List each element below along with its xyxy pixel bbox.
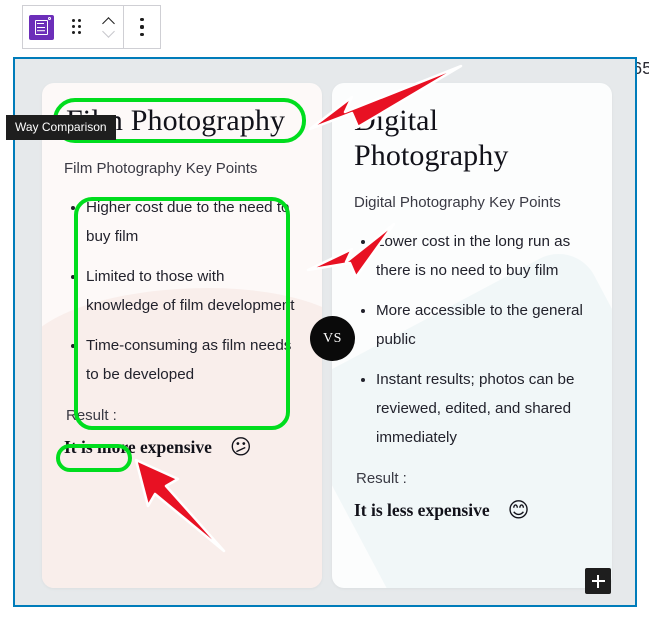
list-item[interactable]: Limited to those with knowledge of film …	[86, 262, 300, 320]
list-item[interactable]: Lower cost in the long run as there is n…	[376, 227, 590, 285]
right-card-subtitle[interactable]: Digital Photography Key Points	[354, 192, 590, 213]
right-card-bullet-list[interactable]: Lower cost in the long run as there is n…	[354, 227, 590, 452]
left-result-value[interactable]: It is more expensive 😕	[64, 437, 300, 458]
vs-badge: VS	[310, 316, 355, 361]
frowning-face-emoji: 😕	[229, 435, 252, 460]
list-item[interactable]: Instant results; photos can be reviewed,…	[376, 365, 590, 452]
block-type-button[interactable]	[23, 6, 59, 48]
left-card-subtitle[interactable]: Film Photography Key Points	[64, 158, 300, 179]
block-toolbar-right-group	[124, 6, 160, 48]
left-result-text: It is more expensive	[64, 437, 212, 458]
block-type-icon	[28, 14, 54, 40]
left-result-label[interactable]: Result :	[64, 406, 119, 425]
right-result-text: It is less expensive	[354, 499, 490, 520]
comparison-block[interactable]: Way Comparison Film Photography Film Pho…	[6, 57, 637, 607]
chevron-down-icon[interactable]	[104, 29, 115, 36]
comparison-card-right[interactable]: Digital Photography Digital Photography …	[332, 83, 612, 588]
comparison-cards: Film Photography Film Photography Key Po…	[15, 59, 635, 605]
list-item[interactable]: More accessible to the general public	[376, 296, 590, 354]
drag-handle-icon	[71, 19, 83, 35]
right-card-content: Digital Photography Digital Photography …	[332, 83, 612, 521]
list-item[interactable]: Higher cost due to the need to buy film	[86, 193, 300, 251]
comparison-card-left[interactable]: Film Photography Film Photography Key Po…	[42, 83, 322, 588]
block-toolbar[interactable]	[22, 5, 161, 49]
smiling-face-emoji: 😊	[507, 497, 530, 522]
list-item[interactable]: Time-consuming as film needs to be devel…	[86, 331, 300, 389]
block-tooltip: Way Comparison	[6, 115, 116, 140]
add-block-button[interactable]	[585, 568, 611, 594]
right-result-label[interactable]: Result :	[354, 469, 409, 488]
block-options-button[interactable]	[124, 6, 160, 48]
drag-handle-button[interactable]	[59, 6, 95, 48]
chevron-up-icon[interactable]	[104, 18, 115, 25]
block-toolbar-left-group	[23, 6, 123, 48]
left-card-bullet-list[interactable]: Higher cost due to the need to buy film …	[64, 193, 300, 389]
right-result-value[interactable]: It is less expensive 😊	[354, 497, 590, 522]
block-mover[interactable]	[95, 6, 123, 48]
screenshot-root: annum with $335 in savings and dropping …	[0, 0, 649, 621]
right-card-title[interactable]: Digital Photography	[354, 101, 590, 174]
vertical-dots-icon	[140, 18, 144, 36]
